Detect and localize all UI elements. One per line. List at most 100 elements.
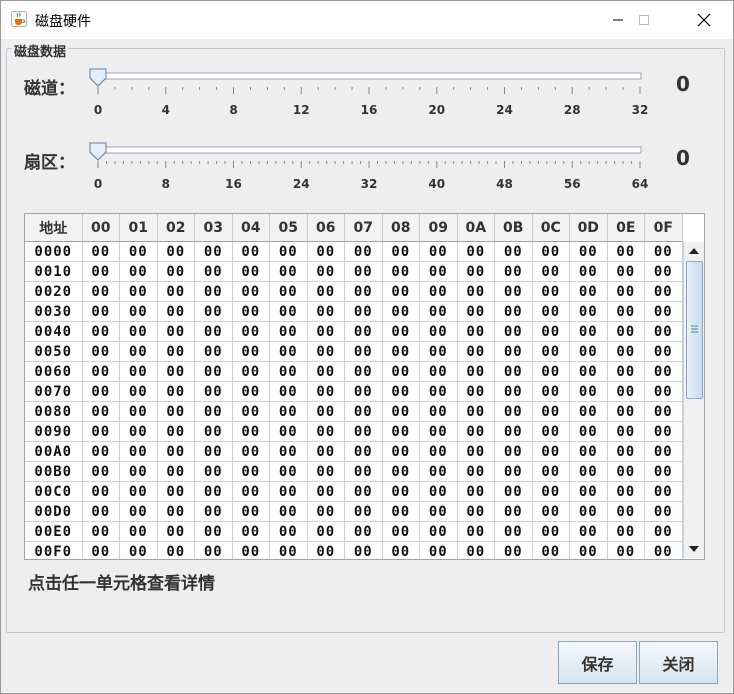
byte-cell[interactable]: 00 bbox=[644, 461, 683, 482]
byte-cell[interactable]: 00 bbox=[232, 421, 270, 442]
column-header-0a[interactable]: 0A bbox=[457, 214, 495, 242]
sector-slider-track[interactable] bbox=[97, 146, 642, 154]
address-cell[interactable]: 00D0 bbox=[25, 501, 83, 522]
byte-cell[interactable]: 00 bbox=[607, 381, 645, 402]
byte-cell[interactable]: 00 bbox=[269, 381, 308, 402]
byte-cell[interactable]: 00 bbox=[194, 361, 233, 382]
byte-cell[interactable]: 00 bbox=[119, 401, 158, 422]
byte-cell[interactable]: 00 bbox=[569, 341, 608, 362]
column-header-0d[interactable]: 0D bbox=[569, 214, 608, 242]
column-header-01[interactable]: 01 bbox=[119, 214, 158, 242]
column-header-06[interactable]: 06 bbox=[307, 214, 345, 242]
byte-cell[interactable]: 00 bbox=[494, 341, 533, 362]
byte-cell[interactable]: 00 bbox=[644, 261, 683, 282]
byte-cell[interactable]: 00 bbox=[457, 401, 495, 422]
byte-cell[interactable]: 00 bbox=[344, 461, 383, 482]
byte-cell[interactable]: 00 bbox=[494, 401, 533, 422]
byte-cell[interactable]: 00 bbox=[382, 321, 420, 342]
address-cell[interactable]: 0090 bbox=[25, 421, 83, 442]
byte-cell[interactable]: 00 bbox=[569, 521, 608, 542]
byte-cell[interactable]: 00 bbox=[419, 341, 458, 362]
byte-cell[interactable]: 00 bbox=[532, 381, 570, 402]
byte-cell[interactable]: 00 bbox=[307, 481, 345, 502]
byte-cell[interactable]: 00 bbox=[82, 541, 120, 559]
byte-cell[interactable]: 00 bbox=[607, 541, 645, 559]
byte-cell[interactable]: 00 bbox=[344, 401, 383, 422]
byte-cell[interactable]: 00 bbox=[644, 361, 683, 382]
byte-cell[interactable]: 00 bbox=[419, 381, 458, 402]
byte-cell[interactable]: 00 bbox=[457, 301, 495, 322]
sector-slider-thumb[interactable] bbox=[89, 142, 107, 161]
byte-cell[interactable]: 00 bbox=[269, 301, 308, 322]
byte-cell[interactable]: 00 bbox=[382, 301, 420, 322]
column-header-05[interactable]: 05 bbox=[269, 214, 308, 242]
byte-cell[interactable]: 00 bbox=[307, 461, 345, 482]
byte-cell[interactable]: 00 bbox=[232, 501, 270, 522]
byte-cell[interactable]: 00 bbox=[307, 241, 345, 262]
byte-cell[interactable]: 00 bbox=[532, 421, 570, 442]
byte-cell[interactable]: 00 bbox=[269, 361, 308, 382]
byte-cell[interactable]: 00 bbox=[457, 381, 495, 402]
byte-cell[interactable]: 00 bbox=[382, 421, 420, 442]
byte-cell[interactable]: 00 bbox=[307, 441, 345, 462]
byte-cell[interactable]: 00 bbox=[82, 261, 120, 282]
byte-cell[interactable]: 00 bbox=[269, 321, 308, 342]
byte-cell[interactable]: 00 bbox=[607, 421, 645, 442]
byte-cell[interactable]: 00 bbox=[194, 401, 233, 422]
byte-cell[interactable]: 00 bbox=[232, 541, 270, 559]
address-cell[interactable]: 00E0 bbox=[25, 521, 83, 542]
save-button[interactable]: 保存 bbox=[558, 641, 637, 684]
byte-cell[interactable]: 00 bbox=[194, 521, 233, 542]
byte-cell[interactable]: 00 bbox=[307, 541, 345, 559]
byte-cell[interactable]: 00 bbox=[82, 361, 120, 382]
byte-cell[interactable]: 00 bbox=[232, 401, 270, 422]
byte-cell[interactable]: 00 bbox=[569, 501, 608, 522]
address-cell[interactable]: 0080 bbox=[25, 401, 83, 422]
column-header-07[interactable]: 07 bbox=[344, 214, 383, 242]
byte-cell[interactable]: 00 bbox=[194, 461, 233, 482]
byte-cell[interactable]: 00 bbox=[344, 361, 383, 382]
byte-cell[interactable]: 00 bbox=[157, 341, 195, 362]
byte-cell[interactable]: 00 bbox=[569, 281, 608, 302]
byte-cell[interactable]: 00 bbox=[157, 421, 195, 442]
byte-cell[interactable]: 00 bbox=[82, 521, 120, 542]
byte-cell[interactable]: 00 bbox=[232, 461, 270, 482]
address-cell[interactable]: 00B0 bbox=[25, 461, 83, 482]
byte-cell[interactable]: 00 bbox=[644, 281, 683, 302]
byte-cell[interactable]: 00 bbox=[194, 281, 233, 302]
byte-cell[interactable]: 00 bbox=[82, 341, 120, 362]
byte-cell[interactable]: 00 bbox=[382, 401, 420, 422]
byte-cell[interactable]: 00 bbox=[532, 521, 570, 542]
byte-cell[interactable]: 00 bbox=[457, 361, 495, 382]
byte-cell[interactable]: 00 bbox=[419, 261, 458, 282]
byte-cell[interactable]: 00 bbox=[644, 441, 683, 462]
byte-cell[interactable]: 00 bbox=[569, 321, 608, 342]
byte-cell[interactable]: 00 bbox=[494, 381, 533, 402]
column-header-0c[interactable]: 0C bbox=[532, 214, 570, 242]
address-cell[interactable]: 00A0 bbox=[25, 441, 83, 462]
byte-cell[interactable]: 00 bbox=[532, 261, 570, 282]
byte-cell[interactable]: 00 bbox=[232, 261, 270, 282]
byte-cell[interactable]: 00 bbox=[307, 321, 345, 342]
address-cell[interactable]: 00F0 bbox=[25, 541, 83, 559]
address-cell[interactable]: 0050 bbox=[25, 341, 83, 362]
byte-cell[interactable]: 00 bbox=[194, 501, 233, 522]
byte-cell[interactable]: 00 bbox=[494, 241, 533, 262]
sector-slider[interactable]: 0 8 16 24 32 40 48 56 64 bbox=[86, 141, 651, 191]
byte-cell[interactable]: 00 bbox=[607, 341, 645, 362]
byte-cell[interactable]: 00 bbox=[382, 381, 420, 402]
maximize-button[interactable] bbox=[621, 1, 667, 39]
byte-cell[interactable]: 00 bbox=[532, 401, 570, 422]
byte-cell[interactable]: 00 bbox=[344, 321, 383, 342]
byte-cell[interactable]: 00 bbox=[194, 261, 233, 282]
byte-cell[interactable]: 00 bbox=[194, 341, 233, 362]
byte-cell[interactable]: 00 bbox=[232, 341, 270, 362]
byte-cell[interactable]: 00 bbox=[532, 301, 570, 322]
byte-cell[interactable]: 00 bbox=[607, 301, 645, 322]
byte-cell[interactable]: 00 bbox=[82, 401, 120, 422]
byte-cell[interactable]: 00 bbox=[607, 461, 645, 482]
byte-cell[interactable]: 00 bbox=[419, 501, 458, 522]
byte-cell[interactable]: 00 bbox=[269, 401, 308, 422]
byte-cell[interactable]: 00 bbox=[307, 381, 345, 402]
address-cell[interactable]: 0020 bbox=[25, 281, 83, 302]
